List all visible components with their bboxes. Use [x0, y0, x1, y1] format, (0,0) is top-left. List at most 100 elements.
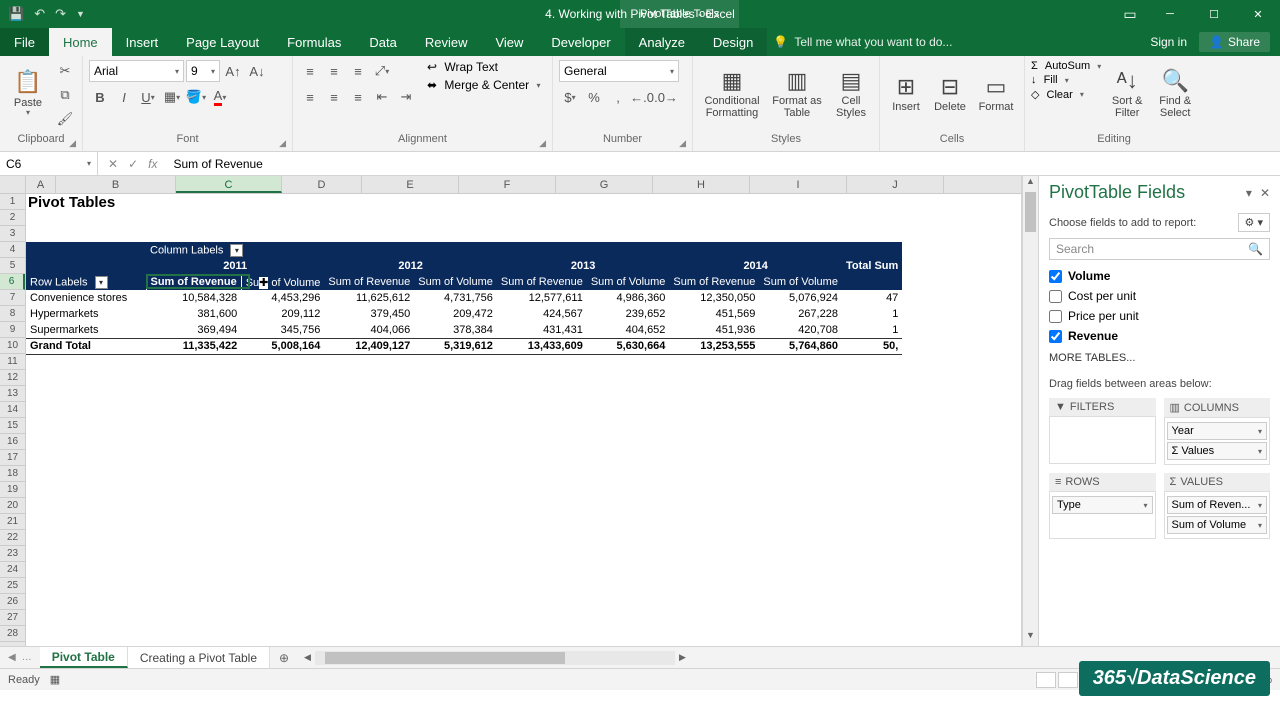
- row-header[interactable]: 22: [0, 530, 25, 546]
- field-checkbox[interactable]: [1049, 270, 1062, 283]
- font-name-combo[interactable]: Arial▾: [89, 60, 184, 82]
- sort-filter-button[interactable]: ᴬ↓Sort & Filter: [1105, 60, 1149, 128]
- align-left-button[interactable]: ≡: [299, 86, 321, 108]
- tell-me-box[interactable]: 💡 Tell me what you want to do...: [767, 28, 987, 56]
- column-header[interactable]: A: [26, 176, 56, 193]
- column-header[interactable]: D: [282, 176, 362, 193]
- name-box[interactable]: C6▾: [0, 152, 98, 175]
- row-header[interactable]: 13: [0, 386, 25, 402]
- increase-decimal-button[interactable]: ←.0: [631, 86, 653, 108]
- chevron-down-icon[interactable]: ▾: [1143, 501, 1147, 510]
- row-header[interactable]: 17: [0, 450, 25, 466]
- paste-button[interactable]: 📋Paste▾: [6, 60, 50, 128]
- row-header[interactable]: 12: [0, 370, 25, 386]
- tab-view[interactable]: View: [481, 28, 537, 56]
- field-item[interactable]: Revenue: [1049, 326, 1270, 346]
- chevron-down-icon[interactable]: ▾: [1258, 501, 1262, 510]
- field-item[interactable]: Price per unit: [1049, 306, 1270, 326]
- dialog-launcher-icon[interactable]: ◢: [539, 138, 546, 149]
- row-header[interactable]: 10: [0, 338, 25, 354]
- align-top-button[interactable]: ≡: [299, 60, 321, 82]
- more-tables-link[interactable]: MORE TABLES...: [1049, 352, 1270, 364]
- align-middle-button[interactable]: ≡: [323, 60, 345, 82]
- row-header[interactable]: 5: [0, 258, 25, 274]
- insert-cells-button[interactable]: ⊞Insert: [886, 60, 926, 128]
- row-header[interactable]: 25: [0, 578, 25, 594]
- copy-button[interactable]: ⧉: [54, 84, 76, 106]
- tab-formulas[interactable]: Formulas: [273, 28, 355, 56]
- row-header[interactable]: 1: [0, 194, 25, 210]
- row-header[interactable]: 28: [0, 626, 25, 642]
- clear-button[interactable]: ◇ Clear ▾: [1031, 88, 1101, 101]
- italic-button[interactable]: I: [113, 86, 135, 108]
- area-values[interactable]: ΣVALUES Sum of Reven...▾Sum of Volume▾: [1164, 473, 1271, 539]
- borders-button[interactable]: ▦▾: [161, 86, 183, 108]
- area-filters[interactable]: ▼FILTERS: [1049, 398, 1156, 465]
- close-button[interactable]: ✕: [1236, 0, 1280, 28]
- row-header[interactable]: 8: [0, 306, 25, 322]
- bold-button[interactable]: B: [89, 86, 111, 108]
- formula-bar[interactable]: Sum of Revenue: [167, 152, 1280, 175]
- increase-indent-button[interactable]: ⇥: [395, 86, 417, 108]
- sheet-nav-first-icon[interactable]: ◀: [8, 652, 16, 663]
- pane-options-icon[interactable]: ▾: [1246, 186, 1252, 200]
- wrap-text-button[interactable]: ↩ Wrap Text: [427, 60, 540, 74]
- cut-button[interactable]: ✂: [54, 60, 76, 82]
- conditional-formatting-button[interactable]: ▦Conditional Formatting: [699, 60, 765, 128]
- autosum-button[interactable]: Σ AutoSum ▾: [1031, 60, 1101, 72]
- row-header[interactable]: 21: [0, 514, 25, 530]
- tools-button[interactable]: ⚙ ▾: [1238, 213, 1270, 232]
- scroll-left-icon[interactable]: ◀: [304, 652, 311, 663]
- normal-view-button[interactable]: [1036, 672, 1056, 688]
- row-header[interactable]: 15: [0, 418, 25, 434]
- field-checkbox[interactable]: [1049, 290, 1062, 303]
- vertical-scrollbar[interactable]: ▲ ▼: [1022, 176, 1038, 646]
- column-header[interactable]: E: [362, 176, 459, 193]
- dialog-launcher-icon[interactable]: ◢: [679, 138, 686, 149]
- enter-icon[interactable]: ✓: [128, 157, 138, 171]
- find-select-button[interactable]: 🔍Find & Select: [1153, 60, 1197, 128]
- column-header[interactable]: B: [56, 176, 176, 193]
- tab-home[interactable]: Home: [49, 28, 112, 56]
- hscroll-thumb[interactable]: [325, 652, 565, 664]
- pane-close-icon[interactable]: ✕: [1260, 186, 1270, 200]
- area-item[interactable]: Sum of Volume▾: [1167, 516, 1268, 534]
- align-center-button[interactable]: ≡: [323, 86, 345, 108]
- tab-page-layout[interactable]: Page Layout: [172, 28, 273, 56]
- scroll-down-icon[interactable]: ▼: [1023, 630, 1038, 646]
- tab-file[interactable]: File: [0, 28, 49, 56]
- ribbon-display-options-icon[interactable]: ▭: [1112, 0, 1148, 28]
- column-header[interactable]: I: [750, 176, 847, 193]
- share-button[interactable]: 👤Share: [1199, 32, 1270, 52]
- delete-cells-button[interactable]: ⊟Delete: [930, 60, 970, 128]
- macro-record-icon[interactable]: ▦: [50, 673, 60, 686]
- field-search-input[interactable]: Search 🔍: [1049, 238, 1270, 260]
- tab-review[interactable]: Review: [411, 28, 482, 56]
- row-header[interactable]: 9: [0, 322, 25, 338]
- field-checkbox[interactable]: [1049, 310, 1062, 323]
- cancel-icon[interactable]: ✕: [108, 157, 118, 171]
- merge-center-button[interactable]: ⬌ Merge & Center ▾: [427, 78, 540, 92]
- row-header[interactable]: 7: [0, 290, 25, 306]
- fx-icon[interactable]: fx: [148, 157, 157, 171]
- number-format-combo[interactable]: General▾: [559, 60, 679, 82]
- increase-font-button[interactable]: A↑: [222, 60, 244, 82]
- percent-format-button[interactable]: %: [583, 86, 605, 108]
- area-columns[interactable]: ▥COLUMNS Year▾Σ Values▾: [1164, 398, 1271, 465]
- tab-analyze[interactable]: Analyze: [625, 28, 699, 56]
- column-header[interactable]: G: [556, 176, 653, 193]
- minimize-button[interactable]: ─: [1148, 0, 1192, 28]
- chevron-down-icon[interactable]: ▾: [1258, 447, 1262, 456]
- row-header[interactable]: 2: [0, 210, 25, 226]
- field-item[interactable]: Cost per unit: [1049, 286, 1270, 306]
- sign-in-link[interactable]: Sign in: [1150, 35, 1187, 49]
- field-checkbox[interactable]: [1049, 330, 1062, 343]
- area-item[interactable]: Type▾: [1052, 496, 1153, 514]
- decrease-indent-button[interactable]: ⇤: [371, 86, 393, 108]
- column-header[interactable]: C: [176, 176, 282, 193]
- comma-format-button[interactable]: ,: [607, 86, 629, 108]
- row-header[interactable]: 4: [0, 242, 25, 258]
- save-icon[interactable]: 💾: [8, 6, 24, 22]
- tab-insert[interactable]: Insert: [112, 28, 173, 56]
- dialog-launcher-icon[interactable]: ◢: [69, 138, 76, 149]
